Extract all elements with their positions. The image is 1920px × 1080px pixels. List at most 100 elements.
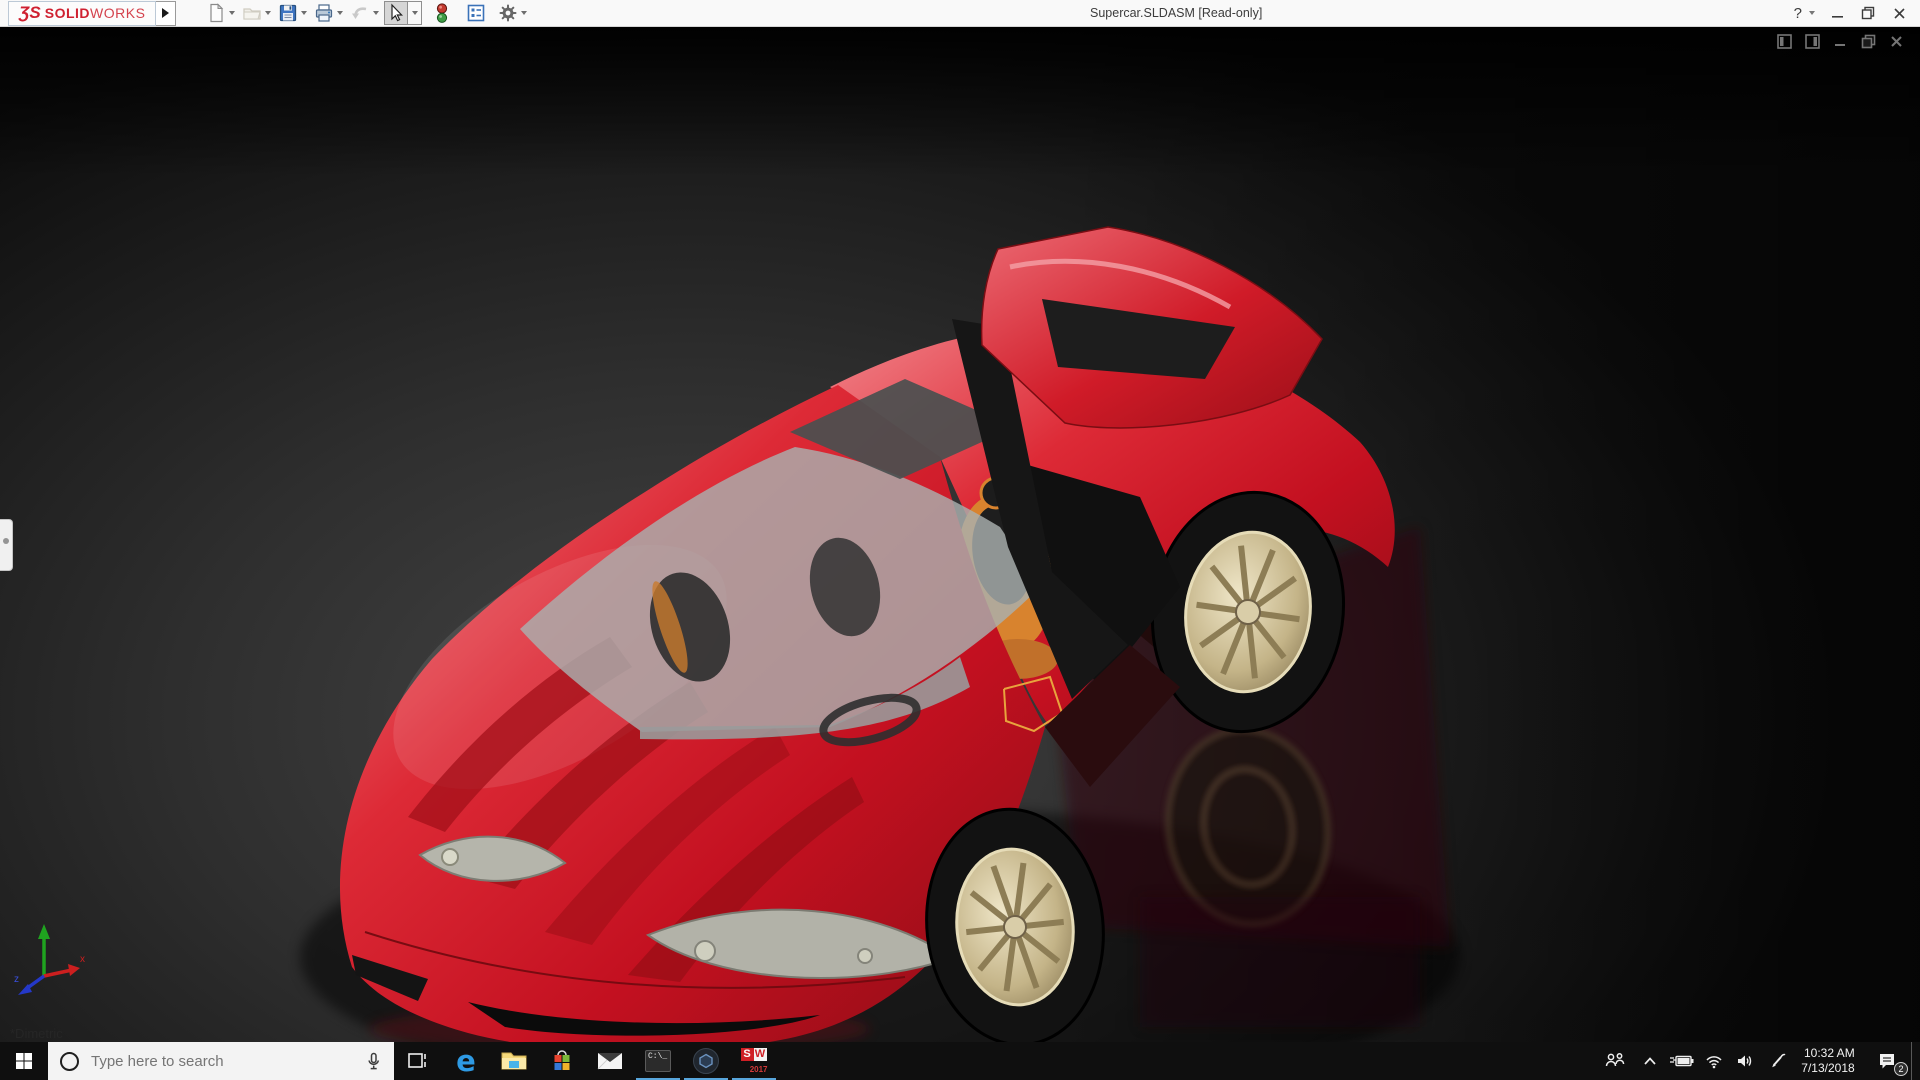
- cortana-icon: [60, 1051, 79, 1071]
- battery-charging-icon: [1670, 1055, 1694, 1067]
- people-button[interactable]: [1595, 1042, 1635, 1080]
- triad-z-label: z: [14, 974, 19, 985]
- hexagon-app-icon: [693, 1048, 719, 1074]
- tray-time: 10:32 AM: [1803, 1046, 1855, 1060]
- close-button[interactable]: [1890, 4, 1908, 22]
- tab-dot-icon: [3, 538, 9, 544]
- open-dropdown[interactable]: [265, 11, 272, 15]
- rebuild-button[interactable]: [430, 1, 454, 25]
- titlebar: ƷS SOLID WORKS Supercar.SLDASM [Read-onl…: [0, 0, 1920, 27]
- command-prompt-icon: C:\_: [645, 1050, 671, 1072]
- sw-letter-w: W: [753, 1047, 767, 1061]
- graphics-viewport[interactable]: x z *Dimetric: [0, 27, 1920, 1042]
- command-prompt-button[interactable]: C:\_: [634, 1042, 682, 1080]
- pane-left-icon: [1777, 34, 1792, 49]
- orientation-triad: x z: [14, 924, 85, 995]
- battery-button[interactable]: [1665, 1042, 1699, 1080]
- doc-minimize-icon: [1835, 44, 1845, 46]
- document-window-controls: [1777, 34, 1904, 49]
- wifi-button[interactable]: [1699, 1042, 1729, 1080]
- pen-workspace-button[interactable]: [1761, 1042, 1795, 1080]
- undo-button[interactable]: [348, 1, 372, 25]
- new-document-dropdown[interactable]: [229, 11, 236, 15]
- people-icon: [1605, 1053, 1625, 1067]
- help-button[interactable]: ?: [1794, 5, 1802, 22]
- doc-minimize-button[interactable]: [1833, 34, 1848, 49]
- flyout-arrow-icon: [162, 8, 170, 18]
- brand-solid: SOLID: [44, 5, 91, 21]
- close-icon: [1893, 7, 1905, 19]
- solidworks-2017-button[interactable]: S W 2017: [730, 1042, 778, 1080]
- minimize-button[interactable]: [1828, 4, 1846, 22]
- hexagon-app-button[interactable]: [682, 1042, 730, 1080]
- start-button[interactable]: [0, 1042, 48, 1080]
- edge-icon: e: [456, 1044, 476, 1078]
- task-view-button[interactable]: [394, 1042, 442, 1080]
- file-explorer-icon: [501, 1052, 527, 1070]
- save-floppy-icon: [280, 4, 297, 22]
- open-folder-icon: [243, 8, 262, 20]
- tray-date: 7/13/2018: [1801, 1061, 1855, 1075]
- menu-flyout-button[interactable]: [156, 0, 177, 26]
- windows-logo-icon: [16, 1053, 32, 1069]
- action-center-button[interactable]: 2: [1865, 1042, 1911, 1080]
- solidworks-app-icon: S W 2017: [740, 1047, 768, 1075]
- file-properties-button[interactable]: [464, 1, 488, 25]
- help-dropdown[interactable]: [1809, 11, 1815, 15]
- solidworks-logo: ƷS SOLID WORKS: [8, 0, 157, 26]
- print-dropdown[interactable]: [337, 11, 344, 15]
- window-title: Supercar.SLDASM [Read-only]: [1090, 6, 1263, 20]
- chevron-up-icon: [1644, 1057, 1656, 1065]
- notification-badge: 2: [1894, 1062, 1908, 1076]
- clock[interactable]: 10:32 AM 7/13/2018: [1795, 1042, 1865, 1080]
- task-view-icon: [408, 1053, 426, 1068]
- show-desktop-button[interactable]: [1911, 1042, 1920, 1080]
- quick-access-toolbar: [204, 0, 532, 27]
- store-button[interactable]: [538, 1042, 586, 1080]
- undo-dropdown[interactable]: [373, 11, 380, 15]
- pane-right-icon: [1805, 34, 1820, 49]
- speaker-icon: [1738, 1055, 1752, 1067]
- volume-button[interactable]: [1729, 1042, 1761, 1080]
- file-properties-icon: [468, 4, 485, 22]
- restore-icon: [1861, 6, 1875, 20]
- save-button[interactable]: [276, 1, 300, 25]
- sw-year-label: 2017: [749, 1064, 768, 1074]
- microphone-icon[interactable]: [365, 1052, 382, 1071]
- view-orientation-label: *Dimetric: [10, 1026, 63, 1041]
- restore-button[interactable]: [1859, 4, 1877, 22]
- doc-close-button[interactable]: [1889, 34, 1904, 49]
- save-dropdown[interactable]: [301, 11, 308, 15]
- doc-restore-button[interactable]: [1861, 34, 1876, 49]
- triad-x-label: x: [80, 954, 85, 965]
- mail-button[interactable]: [586, 1042, 634, 1080]
- ds-logo-icon: ƷS: [19, 3, 41, 22]
- gear-icon: [499, 4, 517, 22]
- select-tool-button[interactable]: [384, 1, 409, 25]
- mail-icon: [597, 1053, 622, 1070]
- new-document-button[interactable]: [204, 1, 228, 25]
- brand-works: WORKS: [90, 5, 146, 21]
- file-explorer-button[interactable]: [490, 1042, 538, 1080]
- print-button[interactable]: [312, 1, 336, 25]
- taskbar-search[interactable]: [48, 1042, 394, 1080]
- feature-manager-collapsed-tab[interactable]: [0, 519, 13, 571]
- store-icon: [554, 1050, 570, 1070]
- sw-letter-s: S: [740, 1047, 754, 1061]
- open-button[interactable]: [240, 1, 264, 25]
- select-caret-icon: [411, 11, 418, 15]
- tray-overflow-button[interactable]: [1635, 1042, 1665, 1080]
- options-dropdown[interactable]: [521, 11, 528, 15]
- pane-toggle-right-button[interactable]: [1805, 34, 1820, 49]
- doc-close-icon: [1891, 36, 1902, 47]
- new-document-icon: [210, 3, 224, 23]
- search-input[interactable]: [91, 1052, 353, 1070]
- edge-button[interactable]: e: [442, 1042, 490, 1080]
- pen-icon: [1772, 1053, 1786, 1068]
- traffic-light-icon: [437, 3, 448, 23]
- options-button[interactable]: [496, 1, 520, 25]
- minimize-icon: [1831, 15, 1843, 18]
- select-tool-dropdown[interactable]: [408, 1, 423, 25]
- wifi-icon: [1706, 1055, 1722, 1068]
- pane-toggle-left-button[interactable]: [1777, 34, 1792, 49]
